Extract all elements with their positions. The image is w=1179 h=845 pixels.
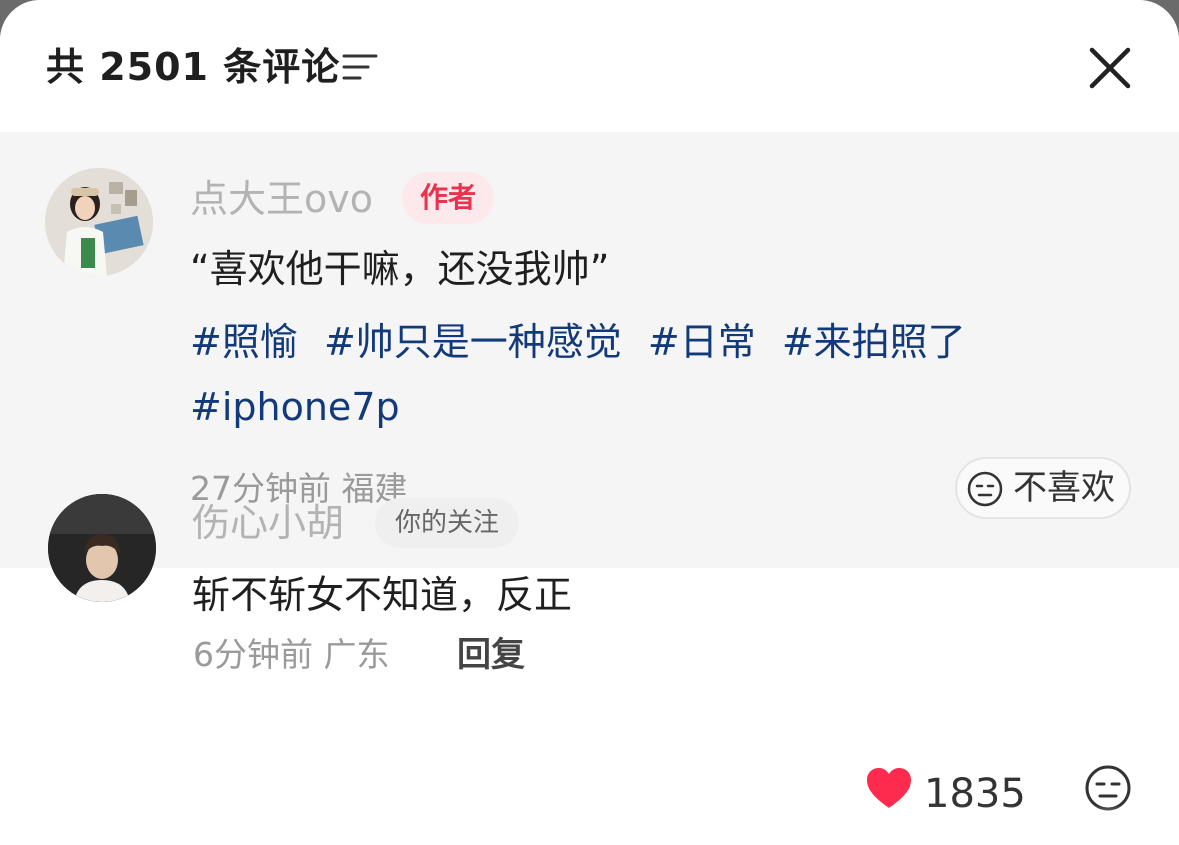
meh-face-icon xyxy=(967,471,1003,507)
comment-text: 斩不斩女不知道，反正 xyxy=(192,573,573,617)
heart-icon[interactable] xyxy=(865,766,913,810)
hashtag-link[interactable]: #iphone7p xyxy=(190,375,400,440)
following-badge: 你的关注 xyxy=(375,498,520,548)
hashtag-link[interactable]: #帅只是一种感觉 xyxy=(324,310,622,375)
comment-location: 广东 xyxy=(323,635,390,674)
reply-button[interactable]: 回复 xyxy=(457,632,525,678)
like-count: 1835 xyxy=(924,771,1026,817)
avatar[interactable] xyxy=(45,168,153,276)
username[interactable]: 伤心小胡 xyxy=(192,498,344,548)
comment-time: 6分钟前 xyxy=(193,635,313,674)
comment-count-title: 共 2501 条评论 xyxy=(46,45,341,89)
hashtag-link[interactable]: #照愉 xyxy=(190,310,298,375)
comment-meta: 6分钟前 广东 xyxy=(193,632,390,678)
comment-text: “喜欢他干嘛，还没我帅” xyxy=(190,247,610,291)
hashtag-list: #照愉 #帅只是一种感觉 #日常 #来拍照了 #iphone7p xyxy=(190,310,1050,440)
meh-face-icon[interactable] xyxy=(1084,764,1132,812)
comment-item-author[interactable]: 点大王ovo 作者 “喜欢他干嘛，还没我帅” #照愉 #帅只是一种感觉 #日常 … xyxy=(0,132,1179,568)
username[interactable]: 点大王ovo xyxy=(190,174,373,224)
author-badge: 作者 xyxy=(402,172,495,224)
dislike-label: 不喜欢 xyxy=(1013,468,1115,508)
dislike-button[interactable]: 不喜欢 xyxy=(955,457,1131,519)
avatar[interactable] xyxy=(48,494,156,602)
hashtag-link[interactable]: #来拍照了 xyxy=(782,310,966,375)
close-icon[interactable] xyxy=(1088,46,1132,90)
sort-lines-icon[interactable] xyxy=(342,52,378,82)
comments-header: 共 2501 条评论 xyxy=(0,0,1179,132)
hashtag-link[interactable]: #日常 xyxy=(648,310,756,375)
comments-sheet: 共 2501 条评论 点大王ovo 作者 “喜欢他干嘛，还没我帅” #照愉 #帅… xyxy=(0,0,1179,845)
